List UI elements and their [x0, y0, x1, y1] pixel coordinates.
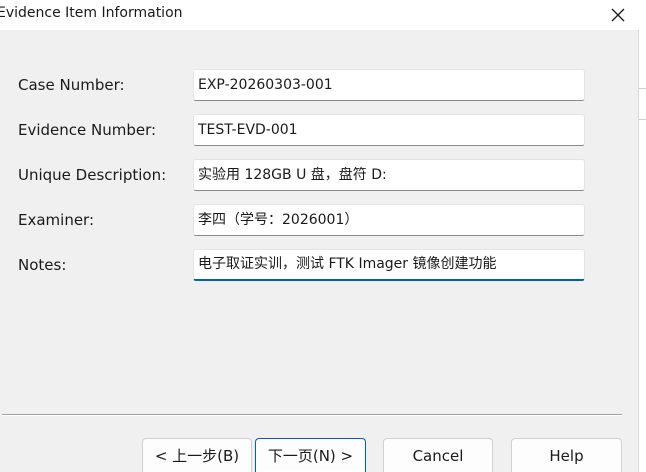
notes-input[interactable]: 电子取证实训，测试 FTK Imager 镜像创建功能: [193, 249, 585, 281]
close-button[interactable]: [602, 0, 634, 30]
evidence-number-input[interactable]: TEST-EVD-001: [193, 114, 585, 146]
close-icon: [611, 8, 625, 22]
case-number-input[interactable]: EXP-20260303-001: [193, 69, 585, 101]
next-button[interactable]: 下一页(N) >: [255, 438, 366, 472]
notes-row: Notes: 电子取证实训，测试 FTK Imager 镜像创建功能: [0, 249, 600, 281]
back-button[interactable]: < 上一步(B): [142, 438, 252, 472]
title-bar: Evidence Item Information: [0, 0, 646, 30]
button-separator: [2, 414, 622, 416]
window-title: Evidence Item Information: [0, 5, 183, 21]
unique-description-row: Unique Description: 实验用 128GB U 盘，盘符 D:: [0, 159, 600, 191]
background-window-edge: [638, 30, 646, 472]
evidence-item-dialog: Evidence Item Information Case Number: E…: [0, 0, 646, 472]
notes-label: Notes:: [18, 256, 67, 274]
case-number-label: Case Number:: [18, 76, 125, 94]
case-number-row: Case Number: EXP-20260303-001: [0, 69, 600, 101]
evidence-number-row: Evidence Number: TEST-EVD-001: [0, 114, 600, 146]
unique-description-input[interactable]: 实验用 128GB U 盘，盘符 D:: [193, 159, 585, 191]
cancel-button[interactable]: Cancel: [383, 438, 493, 472]
help-button[interactable]: Help: [511, 438, 622, 472]
examiner-row: Examiner: 李四（学号：2026001）: [0, 204, 600, 236]
examiner-label: Examiner:: [18, 211, 95, 229]
examiner-input[interactable]: 李四（学号：2026001）: [193, 204, 585, 236]
evidence-number-label: Evidence Number:: [18, 121, 157, 139]
unique-description-label: Unique Description:: [18, 166, 167, 184]
